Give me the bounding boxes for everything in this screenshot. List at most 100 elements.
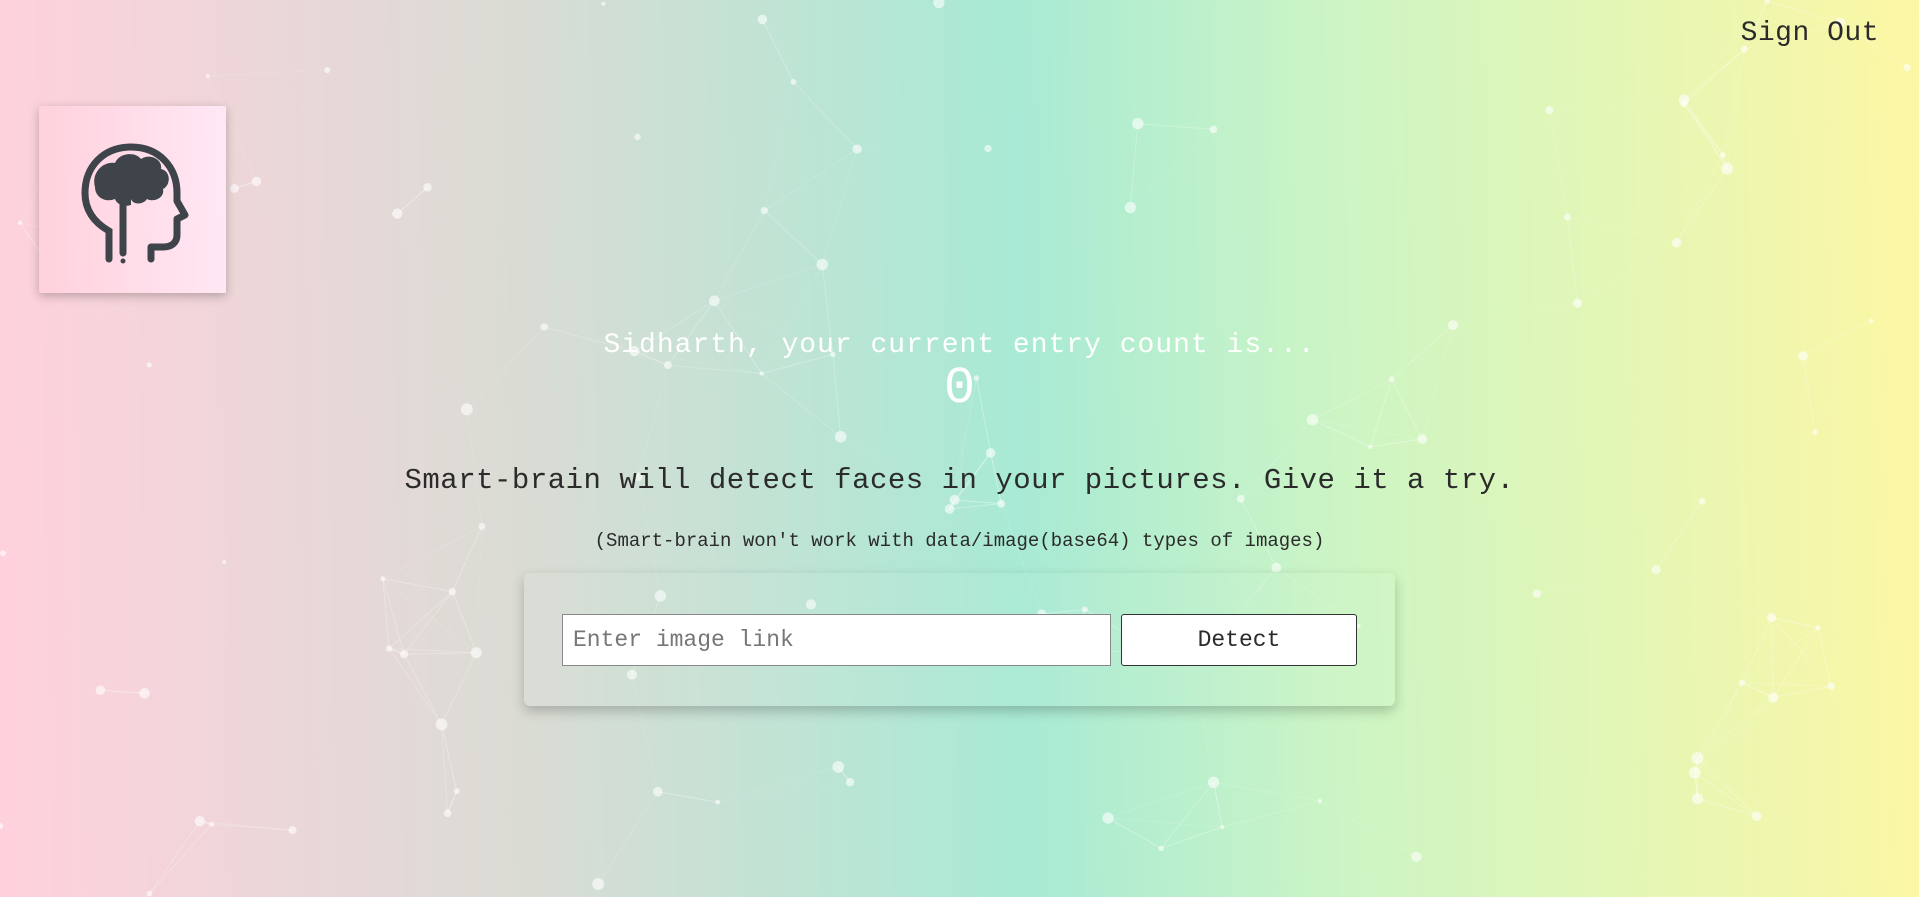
detect-button[interactable]: Detect xyxy=(1121,614,1357,666)
particle-dot xyxy=(453,788,460,795)
particle-link xyxy=(1137,123,1214,130)
particle-dot xyxy=(1815,625,1821,631)
particle-dot xyxy=(757,14,768,25)
particle-dot xyxy=(944,504,955,514)
particle-link xyxy=(761,19,794,83)
particle-link xyxy=(388,591,453,649)
particle-link xyxy=(382,578,453,593)
particle-link xyxy=(1566,217,1579,304)
particle-dot xyxy=(1752,811,1762,822)
particle-dot xyxy=(652,786,663,797)
particle-link xyxy=(1676,154,1724,243)
particle-dot xyxy=(209,821,215,827)
particle-dot xyxy=(1827,682,1835,690)
particle-link xyxy=(1741,682,1758,817)
particle-link xyxy=(1741,682,1832,687)
logo-card[interactable] xyxy=(39,106,226,293)
particle-link xyxy=(1741,627,1819,684)
particle-link xyxy=(207,69,328,77)
particle-link xyxy=(1577,242,1677,304)
particle-link xyxy=(403,654,443,725)
particle-link xyxy=(1771,617,1774,698)
particle-link xyxy=(1370,438,1423,448)
particle-dot xyxy=(1720,152,1726,159)
particle-dot xyxy=(1680,100,1687,108)
particle-dot xyxy=(1545,106,1554,115)
particle-link xyxy=(1694,697,1774,774)
particle-link xyxy=(602,3,639,137)
brain-head-icon xyxy=(80,143,188,263)
particle-dot xyxy=(1220,825,1225,830)
particle-link xyxy=(1536,569,1657,595)
particle-dot xyxy=(205,74,210,79)
particle-link xyxy=(793,81,858,150)
particle-link xyxy=(404,652,477,655)
particle-dot xyxy=(324,66,331,74)
particle-link xyxy=(1696,682,1743,759)
particle-link xyxy=(397,187,428,215)
particle-links xyxy=(19,0,1908,894)
particle-link xyxy=(1452,302,1578,326)
particle-link xyxy=(1312,419,1423,440)
particle-dot xyxy=(1124,202,1136,214)
particle-dot xyxy=(715,799,721,805)
particle-link xyxy=(1683,103,1724,156)
particle-link xyxy=(1222,800,1321,828)
particle-link xyxy=(144,693,201,822)
particle-link xyxy=(763,81,794,211)
particle-link xyxy=(1656,570,1742,683)
image-link-input[interactable] xyxy=(562,614,1111,666)
particle-dot xyxy=(997,499,1006,508)
particle-dot xyxy=(448,587,457,596)
particle-dot xyxy=(1447,320,1458,331)
particle-dot xyxy=(423,183,432,192)
particle-dot xyxy=(592,878,605,890)
sign-out-link[interactable]: Sign Out xyxy=(1741,18,1879,49)
particle-dot xyxy=(288,826,297,835)
particle-dot xyxy=(1698,497,1706,505)
particle-dot xyxy=(1368,444,1373,450)
particle-dot xyxy=(1532,589,1542,598)
particle-dot xyxy=(139,687,150,699)
particle-dot xyxy=(1158,845,1164,852)
base64-note: (Smart-brain won't work with data/image(… xyxy=(594,530,1325,552)
particle-dot xyxy=(380,576,386,582)
particle-dot xyxy=(1209,125,1218,134)
particle-link xyxy=(717,766,839,803)
particle-dot xyxy=(852,144,862,154)
particle-link xyxy=(954,499,1002,505)
particle-dot xyxy=(251,176,262,187)
particle-dot xyxy=(443,809,452,817)
navigation-bar: Sign Out xyxy=(1741,18,1879,49)
particle-link xyxy=(763,210,823,265)
entry-count-section: Sidharth, your current entry count is...… xyxy=(0,330,1919,419)
particle-dot xyxy=(1688,766,1701,779)
particle-link xyxy=(1697,697,1774,800)
particle-dot xyxy=(708,295,720,307)
particle-dot xyxy=(985,448,996,458)
particle-dot xyxy=(399,650,409,659)
particle-dot xyxy=(1691,793,1704,805)
particle-dot xyxy=(1812,429,1818,436)
particle-dot xyxy=(230,184,239,193)
particle-link xyxy=(1773,685,1832,698)
particle-link xyxy=(1756,697,1774,817)
particle-dot xyxy=(1738,679,1746,686)
particle-dot xyxy=(816,258,828,271)
particle-dot xyxy=(1721,162,1734,175)
particle-link xyxy=(1741,617,1773,683)
particle-link xyxy=(1213,781,1321,802)
intro-text: Smart-brain will detect faces in your pi… xyxy=(404,464,1515,497)
particle-dot xyxy=(1563,213,1571,221)
particle-dot xyxy=(0,822,4,830)
particle-link xyxy=(1676,103,1685,243)
particle-link xyxy=(1771,617,1832,687)
particle-dot xyxy=(1132,117,1144,130)
particle-link xyxy=(949,503,1002,510)
particle-link xyxy=(404,654,457,791)
particle-dot xyxy=(222,559,227,565)
particle-dot xyxy=(1271,562,1282,573)
particle-dot xyxy=(478,523,486,530)
particle-dot xyxy=(790,78,797,85)
image-link-form: Detect xyxy=(524,573,1395,706)
